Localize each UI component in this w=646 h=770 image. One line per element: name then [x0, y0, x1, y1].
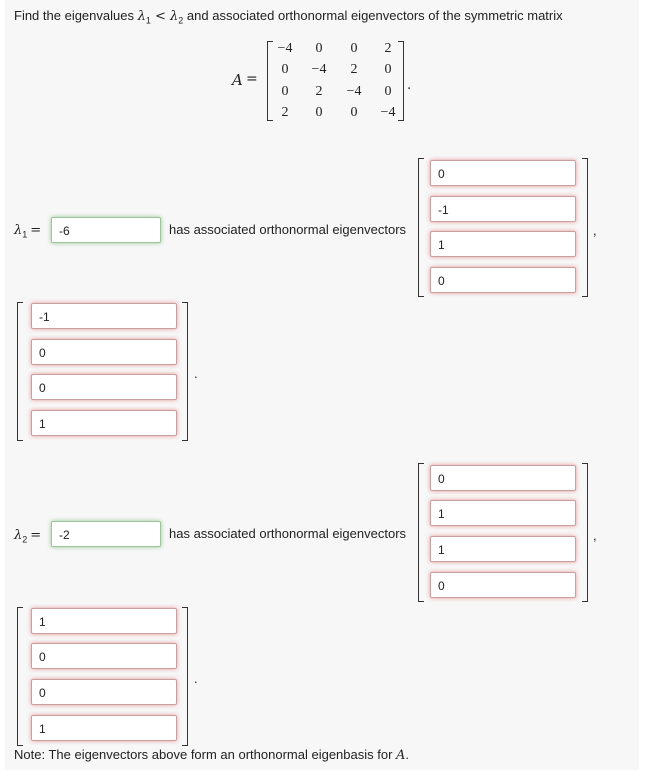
note-period: . — [405, 747, 410, 762]
lambda-symbol: λ — [14, 528, 23, 543]
question-text: Find the eigenvalues λ1 < λ2 and associa… — [14, 8, 563, 26]
matrix-cell: −4 — [311, 62, 327, 77]
eigenvector-2a-entry[interactable]: 1 — [430, 536, 576, 562]
equals-sign: = — [30, 223, 42, 238]
eigenvector-1b-entry[interactable]: 0 — [31, 339, 177, 365]
vector-left-bracket — [17, 302, 23, 441]
matrix-cell: 2 — [384, 41, 392, 56]
matrix-cell: −4 — [346, 84, 362, 99]
eigenvector-1b-entry[interactable]: 0 — [31, 374, 177, 400]
eigenvector-1a-entry[interactable]: 1 — [430, 231, 576, 257]
eigenvector-1a-entry[interactable]: 0 — [430, 267, 576, 293]
vector-left-bracket — [17, 607, 23, 746]
lambda-subscript: 2 — [22, 534, 28, 545]
note-matrix-var: A — [396, 748, 406, 763]
vector-comma: , — [593, 223, 597, 238]
eigenvectors-text: has associated orthonormal eigenvectors — [169, 526, 407, 541]
lambda-symbol: λ — [14, 223, 23, 238]
lambda-1-input[interactable]: -6 — [51, 217, 161, 243]
equals-sign: = — [30, 528, 42, 543]
eigenvector-2b-entry[interactable]: 0 — [31, 679, 177, 705]
eigenvectors-text: has associated orthonormal eigenvectors — [169, 222, 407, 237]
lambda-2-label: λ2 = — [14, 527, 41, 545]
eigenvector-1b-entry[interactable]: 1 — [31, 410, 177, 436]
eigenvector-1b-entry[interactable]: -1 — [31, 303, 177, 329]
eigenvector-2a-entry[interactable]: 0 — [430, 465, 576, 491]
note-text: Note: The eigenvectors above form an ort… — [14, 747, 409, 763]
matrix-period: . — [407, 78, 412, 93]
question-prefix: Find the eigenvalues — [14, 8, 138, 23]
matrix-cell: −4 — [380, 105, 396, 120]
matrix-cell: −4 — [277, 41, 293, 56]
matrix-equals: = — [246, 71, 258, 87]
vector-period: . — [194, 671, 198, 686]
question-suffix: and associated orthonormal eigenvectors … — [183, 8, 563, 23]
vector-right-bracket — [582, 463, 588, 602]
lambda-1-label: λ1 = — [14, 222, 41, 240]
less-than-sign: < — [150, 9, 171, 24]
vector-right-bracket — [182, 607, 188, 746]
eigenvector-2b-entry[interactable]: 1 — [31, 715, 177, 741]
matrix-cell: 0 — [350, 105, 358, 120]
matrix-cell: 0 — [350, 41, 358, 56]
eigenvector-2a-entry[interactable]: 0 — [430, 572, 576, 598]
eigenvector-1a-entry[interactable]: -1 — [430, 196, 576, 222]
vector-right-bracket — [182, 302, 188, 441]
matrix-label: A — [232, 71, 243, 89]
matrix-cell: 0 — [315, 41, 323, 56]
eigenvector-2a-entry[interactable]: 1 — [430, 500, 576, 526]
eigenvector-1a-entry[interactable]: 0 — [430, 160, 576, 186]
eigenvector-2b-entry[interactable]: 0 — [31, 643, 177, 669]
lambda-2-input[interactable]: -2 — [51, 521, 161, 547]
lambda-subscript: 1 — [22, 229, 28, 240]
eigenvector-2b-entry[interactable]: 1 — [31, 608, 177, 634]
vector-comma: , — [593, 528, 597, 543]
matrix-cell: 0 — [384, 62, 392, 77]
matrix-cell: 2 — [315, 84, 323, 99]
note-body: Note: The eigenvectors above form an ort… — [14, 747, 397, 762]
vector-left-bracket — [418, 158, 424, 297]
vector-left-bracket — [418, 463, 424, 602]
matrix-cell: 0 — [384, 84, 392, 99]
matrix-cell: 2 — [281, 105, 289, 120]
vector-period: . — [194, 366, 198, 381]
lambda-1-symbol: λ — [137, 9, 146, 24]
matrix-cell: 0 — [281, 62, 289, 77]
matrix-cell: 2 — [350, 62, 358, 77]
matrix-cell: 0 — [281, 84, 289, 99]
vector-right-bracket — [582, 158, 588, 297]
matrix-cell: 0 — [315, 105, 323, 120]
